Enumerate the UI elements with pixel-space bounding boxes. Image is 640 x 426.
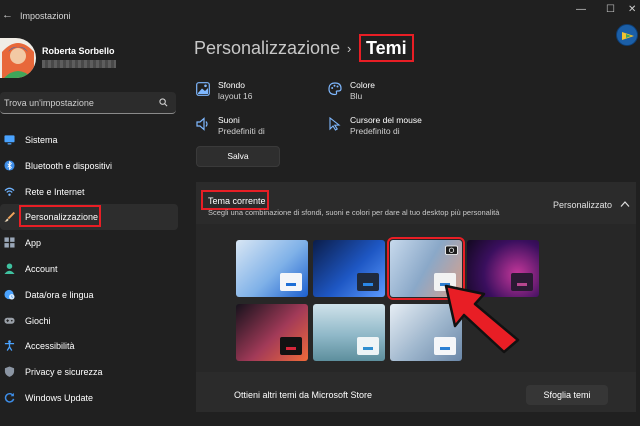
theme-thumbnail[interactable] [236, 240, 308, 297]
apps-icon [4, 237, 15, 248]
sidebar-nav: Sistema Bluetooth e dispositivi Rete e I… [0, 127, 186, 411]
sidebar-item-label: Rete e Internet [25, 186, 85, 197]
sidebar-item-giochi[interactable]: Giochi [0, 308, 178, 334]
back-arrow-icon[interactable]: ← [2, 9, 13, 21]
annotation-highlight-box [359, 34, 414, 62]
close-icon[interactable]: ✕ [628, 4, 636, 15]
theme-accent-bar [286, 347, 296, 350]
avatar[interactable] [0, 38, 36, 78]
app-title: Impostazioni [20, 11, 71, 21]
theme-window-preview [357, 337, 379, 355]
user-name: Roberta Sorbello [42, 46, 115, 56]
sidebar-item-label: Privacy e sicurezza [25, 367, 103, 378]
prop-value: layout 16 [218, 91, 253, 101]
sidebar-item-accessibilita[interactable]: Accessibilità [0, 333, 178, 359]
theme-accent-bar [286, 283, 296, 286]
theme-prop-color[interactable]: Colore Blu [328, 80, 448, 106]
search-icon [159, 98, 168, 107]
store-text: Ottieni altri temi da Microsoft Store [234, 390, 373, 400]
sidebar-item-label: Sistema [25, 135, 58, 145]
sidebar-item-windows-update[interactable]: Windows Update [0, 385, 178, 411]
annotation-highlight-box [201, 190, 269, 210]
sidebar-item-privacy[interactable]: Privacy e sicurezza [0, 359, 178, 385]
speaker-icon [196, 117, 208, 131]
sidebar-item-label: Account [25, 263, 58, 274]
prop-value: Predefiniti di [218, 126, 265, 136]
save-button[interactable]: Salva [196, 146, 280, 167]
sidebar-item-account[interactable]: Account [0, 256, 178, 282]
sidebar-item-label: Bluetooth e dispositivi [25, 160, 113, 171]
sidebar-item-label: App [25, 238, 42, 249]
theme-window-preview [280, 273, 302, 291]
theme-prop-sounds[interactable]: Suoni Predefiniti di [196, 115, 316, 141]
update-icon [4, 392, 15, 403]
annotation-arrow-icon [444, 284, 520, 354]
person-icon [4, 263, 15, 274]
sidebar-item-label: Windows Update [25, 392, 94, 403]
colorful-badge-icon [622, 32, 634, 40]
current-theme-status: Personalizzato [553, 200, 613, 210]
breadcrumb-separator: › [347, 41, 352, 56]
accessibility-icon [4, 340, 15, 352]
prop-title: Suoni [218, 115, 240, 125]
title-bar: ← Impostazioni — ☐ ✕ [0, 0, 640, 32]
brush-icon [4, 212, 15, 223]
prop-value: Blu [350, 91, 363, 101]
chevron-up-icon[interactable] [620, 200, 630, 208]
theme-thumbnail[interactable] [236, 304, 308, 361]
current-theme-description: Scegli una combinazione di sfondi, suoni… [208, 208, 500, 217]
sidebar-item-app[interactable]: App [0, 230, 178, 256]
theme-accent-bar [363, 283, 373, 286]
theme-window-preview [280, 337, 302, 355]
globe-clock-icon [4, 289, 15, 300]
annotation-highlight-box [19, 205, 101, 228]
gamepad-icon [4, 317, 15, 324]
sidebar-item-bluetooth[interactable]: Bluetooth e dispositivi [0, 153, 178, 179]
palette-icon [328, 82, 342, 96]
avatar-image-icon [0, 38, 36, 78]
theme-gallery [196, 224, 636, 372]
theme-thumbnail[interactable] [313, 304, 385, 361]
sidebar-item-label: Giochi [25, 315, 51, 326]
extension-icon [616, 24, 638, 46]
breadcrumb-parent[interactable]: Personalizzazione [194, 38, 340, 59]
theme-prop-background[interactable]: Sfondo layout 16 [196, 80, 316, 106]
cursor-icon [329, 117, 341, 131]
prop-title: Cursore del mouse [350, 115, 422, 125]
current-theme-panel: Tema corrente Scegli una combinazione di… [196, 182, 636, 412]
sidebar-item-personalizzazione[interactable]: Personalizzazione [0, 204, 178, 231]
sidebar-item-rete[interactable]: Rete e Internet [0, 179, 178, 205]
search-box[interactable] [0, 92, 176, 114]
prop-title: Sfondo [218, 80, 245, 90]
prop-value: Predefinito di [350, 126, 400, 136]
main-content: Personalizzazione › Temi Sfondo layout 1… [186, 24, 640, 426]
minimize-icon[interactable]: — [576, 4, 586, 15]
wifi-icon [4, 187, 15, 196]
sidebar-item-label: Data/ora e lingua [25, 289, 94, 300]
sidebar: Roberta Sorbello Sistema Bluetooth e dis… [0, 32, 186, 426]
maximize-icon[interactable]: ☐ [606, 4, 615, 15]
theme-prop-cursor[interactable]: Cursore del mouse Predefinito di [328, 115, 468, 141]
monitor-icon [4, 135, 15, 145]
current-theme-header[interactable]: Tema corrente Scegli una combinazione di… [196, 182, 636, 224]
prop-title: Colore [350, 80, 376, 90]
user-email-blurred [42, 60, 116, 68]
theme-thumbnail[interactable] [313, 240, 385, 297]
sidebar-item-data-ora[interactable]: Data/ora e lingua [0, 282, 178, 308]
search-input[interactable] [4, 96, 154, 110]
theme-window-preview [357, 273, 379, 291]
sidebar-item-sistema[interactable]: Sistema [0, 127, 178, 153]
bluetooth-icon [4, 160, 15, 171]
browse-themes-button[interactable]: Sfoglia temi [526, 385, 608, 405]
theme-accent-bar [363, 347, 373, 350]
store-row: Ottieni altri temi da Microsoft Store Sf… [196, 380, 636, 410]
shield-icon [4, 366, 15, 377]
camera-icon [445, 245, 458, 255]
picture-icon [196, 82, 210, 96]
sidebar-item-label: Accessibilità [25, 341, 75, 352]
